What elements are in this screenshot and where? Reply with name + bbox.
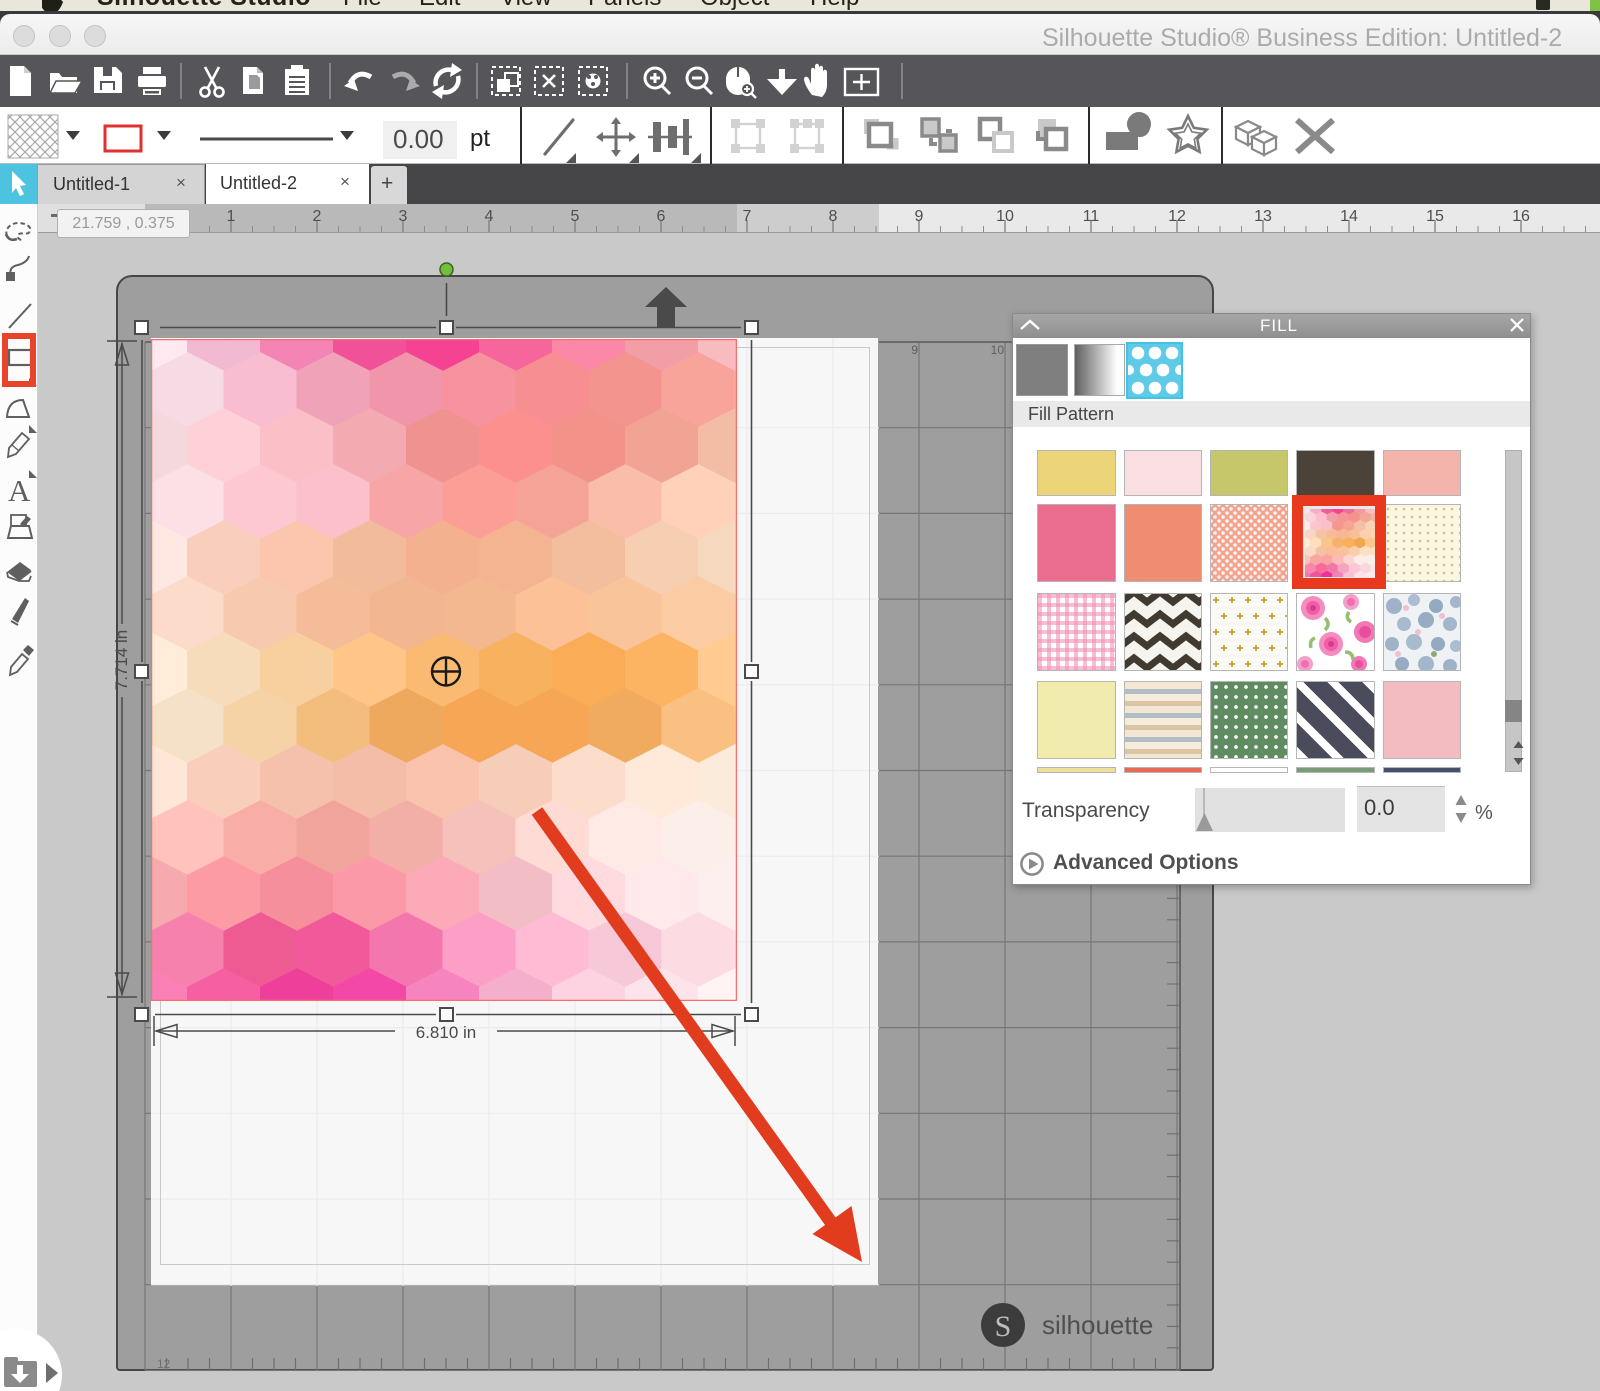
svg-text:6.810 in: 6.810 in [416,1023,477,1042]
svg-text:A: A [8,473,31,508]
svg-text:S: S [995,1310,1012,1343]
svg-text:silhouette: silhouette [1042,1310,1153,1340]
svg-text:7.714 in: 7.714 in [112,630,131,691]
